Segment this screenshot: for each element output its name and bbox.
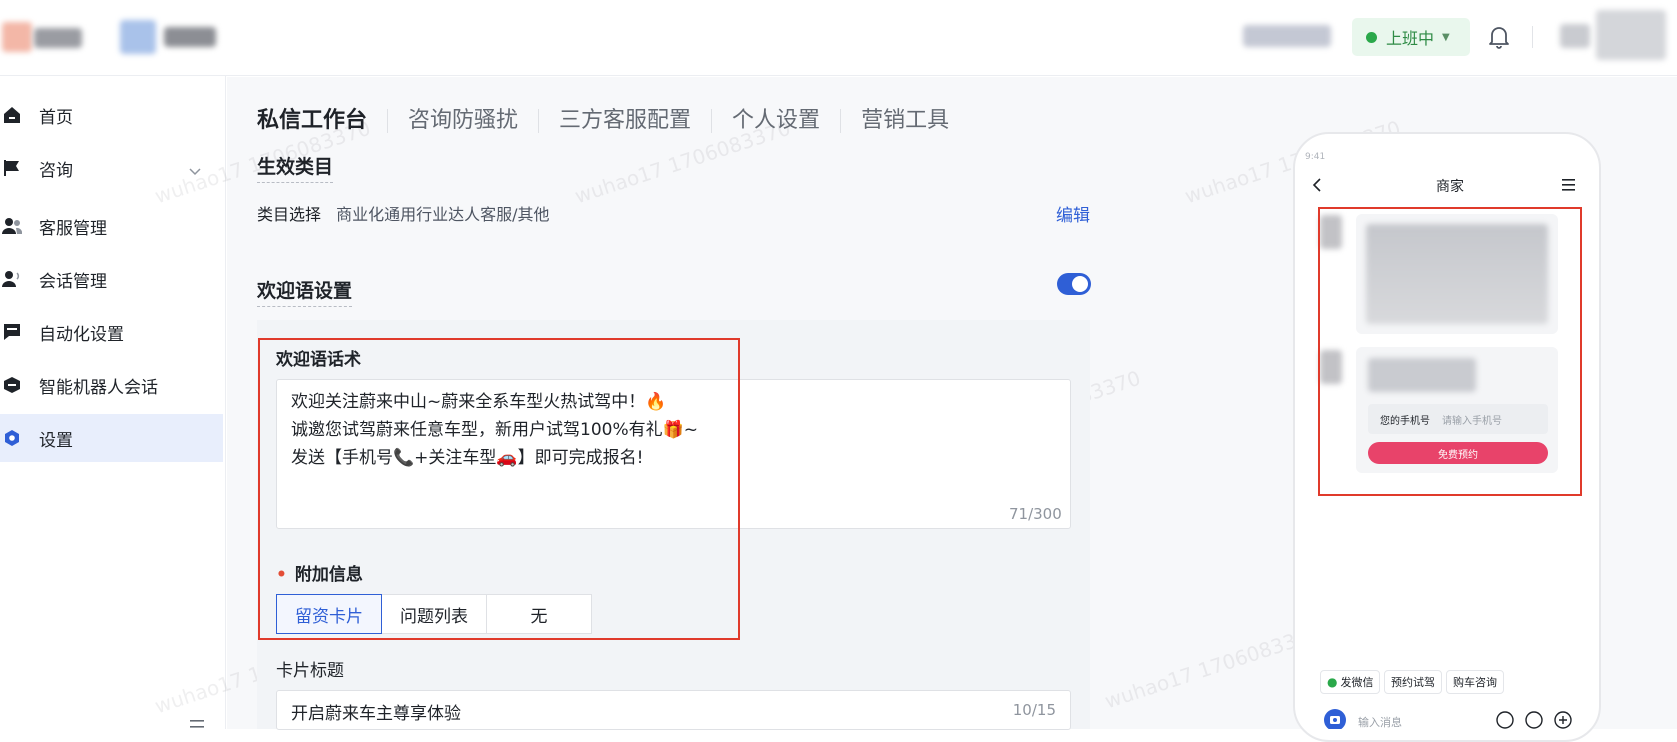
robot-icon <box>2 375 22 395</box>
bell-icon[interactable] <box>1487 24 1511 50</box>
card-title-value: 开启蔚来车主尊享体验 <box>291 704 461 724</box>
extra-info-label: • 附加信息 <box>276 560 363 585</box>
extra-info-label-text: 附加信息 <box>294 565 363 585</box>
sidebar-item-label: 咨询 <box>39 160 73 181</box>
account-info <box>1243 25 1331 47</box>
extra-option-question-list[interactable]: 问题列表 <box>381 594 487 634</box>
phone-field-label: 您的手机号 <box>1380 415 1430 427</box>
sidebar-item-consult[interactable]: 咨询 <box>0 144 223 192</box>
sidebar-item-label: 会话管理 <box>39 271 107 292</box>
shop-name <box>164 27 216 47</box>
card-title-count: 10/15 <box>1012 701 1056 719</box>
preview-phone-field[interactable]: 您的手机号 请输入手机号 <box>1368 404 1548 434</box>
welcome-script-textarea[interactable]: 欢迎关注蔚来中山~蔚来全系车型火热试驾中！🔥 诚邀您试驾蔚来任意车型，新用户试驾… <box>276 379 1071 529</box>
quick-reply-wechat[interactable]: ● 发微信 <box>1320 670 1381 694</box>
wechat-icon: ● <box>1327 675 1338 689</box>
welcome-script-count: 71/300 <box>1009 505 1062 523</box>
category-value: 商业化通用行业达人客服/其他 <box>336 205 550 224</box>
extra-option-none[interactable]: 无 <box>486 594 592 634</box>
top-bar: 上班中 ▼ <box>0 0 1677 76</box>
divider <box>1532 26 1533 48</box>
user-name[interactable] <box>1596 10 1666 60</box>
quick-reply-test-drive[interactable]: 预约试驾 <box>1384 670 1442 694</box>
sidebar-item-label: 自动化设置 <box>39 324 124 345</box>
message-input[interactable]: 输入消息 <box>1358 714 1402 730</box>
chevron-down-icon: ▼ <box>1442 31 1450 43</box>
top-tabs: 私信工作台 咨询防骚扰 三方客服配置 个人设置 营销工具 <box>257 103 969 139</box>
sidebar-item-label: 设置 <box>39 430 73 451</box>
merchant-avatar <box>1320 350 1342 384</box>
category-row: 类目选择 商业化通用行业达人客服/其他 <box>257 201 550 225</box>
quick-reply-label: 购车咨询 <box>1453 676 1497 689</box>
flag-icon <box>2 158 22 178</box>
free-booking-button[interactable]: 免费预约 <box>1368 442 1548 464</box>
sidebar-item-automation[interactable]: 自动化设置 <box>0 308 223 356</box>
tab-marketing-tools[interactable]: 营销工具 <box>840 109 969 133</box>
tab-anti-harassment[interactable]: 咨询防骚扰 <box>387 109 538 133</box>
chevron-down-icon <box>189 161 201 181</box>
tab-private-message-workbench[interactable]: 私信工作台 <box>257 109 387 133</box>
phone-field-placeholder: 请输入手机号 <box>1442 415 1502 427</box>
menu-collapse-icon[interactable] <box>188 718 208 729</box>
required-marker: • <box>276 565 287 585</box>
user-avatar[interactable] <box>1560 24 1590 48</box>
sidebar-item-label: 首页 <box>39 107 73 128</box>
user-voice-icon <box>2 269 22 289</box>
welcome-section-title: 欢迎语设置 <box>257 276 353 307</box>
merchant-avatar <box>1320 215 1342 249</box>
sidebar-item-service-management[interactable]: 客服管理 <box>0 202 223 250</box>
category-label: 类目选择 <box>257 205 322 224</box>
shop-avatar <box>120 20 156 54</box>
category-section-title: 生效类目 <box>257 152 334 183</box>
tab-personal-settings[interactable]: 个人设置 <box>711 109 840 133</box>
sidebar-item-settings[interactable]: 设置 <box>0 414 223 462</box>
quick-reply-label: 预约试驾 <box>1391 676 1435 689</box>
chat-square-icon <box>2 322 22 342</box>
sidebar-item-label: 客服管理 <box>39 218 107 239</box>
tab-third-party-service[interactable]: 三方客服配置 <box>538 109 711 133</box>
card-title-input[interactable]: 开启蔚来车主尊享体验 10/15 <box>276 690 1071 730</box>
edit-category-link[interactable]: 编辑 <box>1056 201 1090 226</box>
status-label: 上班中 <box>1386 29 1435 48</box>
phone-time: 9:41 <box>1305 152 1326 162</box>
logo <box>2 22 32 52</box>
welcome-script-label: 欢迎语话术 <box>276 350 361 370</box>
sidebar-item-label: 智能机器人会话 <box>39 377 158 398</box>
extra-option-lead-card[interactable]: 留资卡片 <box>276 594 382 634</box>
extra-info-segmented-control: 留资卡片 问题列表 无 <box>276 594 592 634</box>
settings-icon <box>2 428 22 448</box>
card-title-label: 卡片标题 <box>276 661 344 681</box>
home-icon <box>2 105 22 125</box>
status-dot <box>1366 31 1377 43</box>
users-icon <box>2 216 22 236</box>
message-text-blurred <box>1366 224 1548 324</box>
sidebar-item-session-management[interactable]: 会话管理 <box>0 255 223 303</box>
welcome-enabled-toggle[interactable] <box>1057 273 1091 295</box>
logo-text <box>34 28 82 48</box>
phone-title: 商家 <box>1436 179 1464 195</box>
quick-reply-label: 发微信 <box>1340 676 1374 689</box>
quick-reply-purchase[interactable]: 购车咨询 <box>1446 670 1504 694</box>
sidebar-item-robot[interactable]: 智能机器人会话 <box>0 361 223 409</box>
work-status-select[interactable]: 上班中 ▼ <box>1352 18 1470 56</box>
form-title-blurred <box>1368 358 1476 392</box>
sidebar-item-home[interactable]: 首页 <box>0 91 223 139</box>
